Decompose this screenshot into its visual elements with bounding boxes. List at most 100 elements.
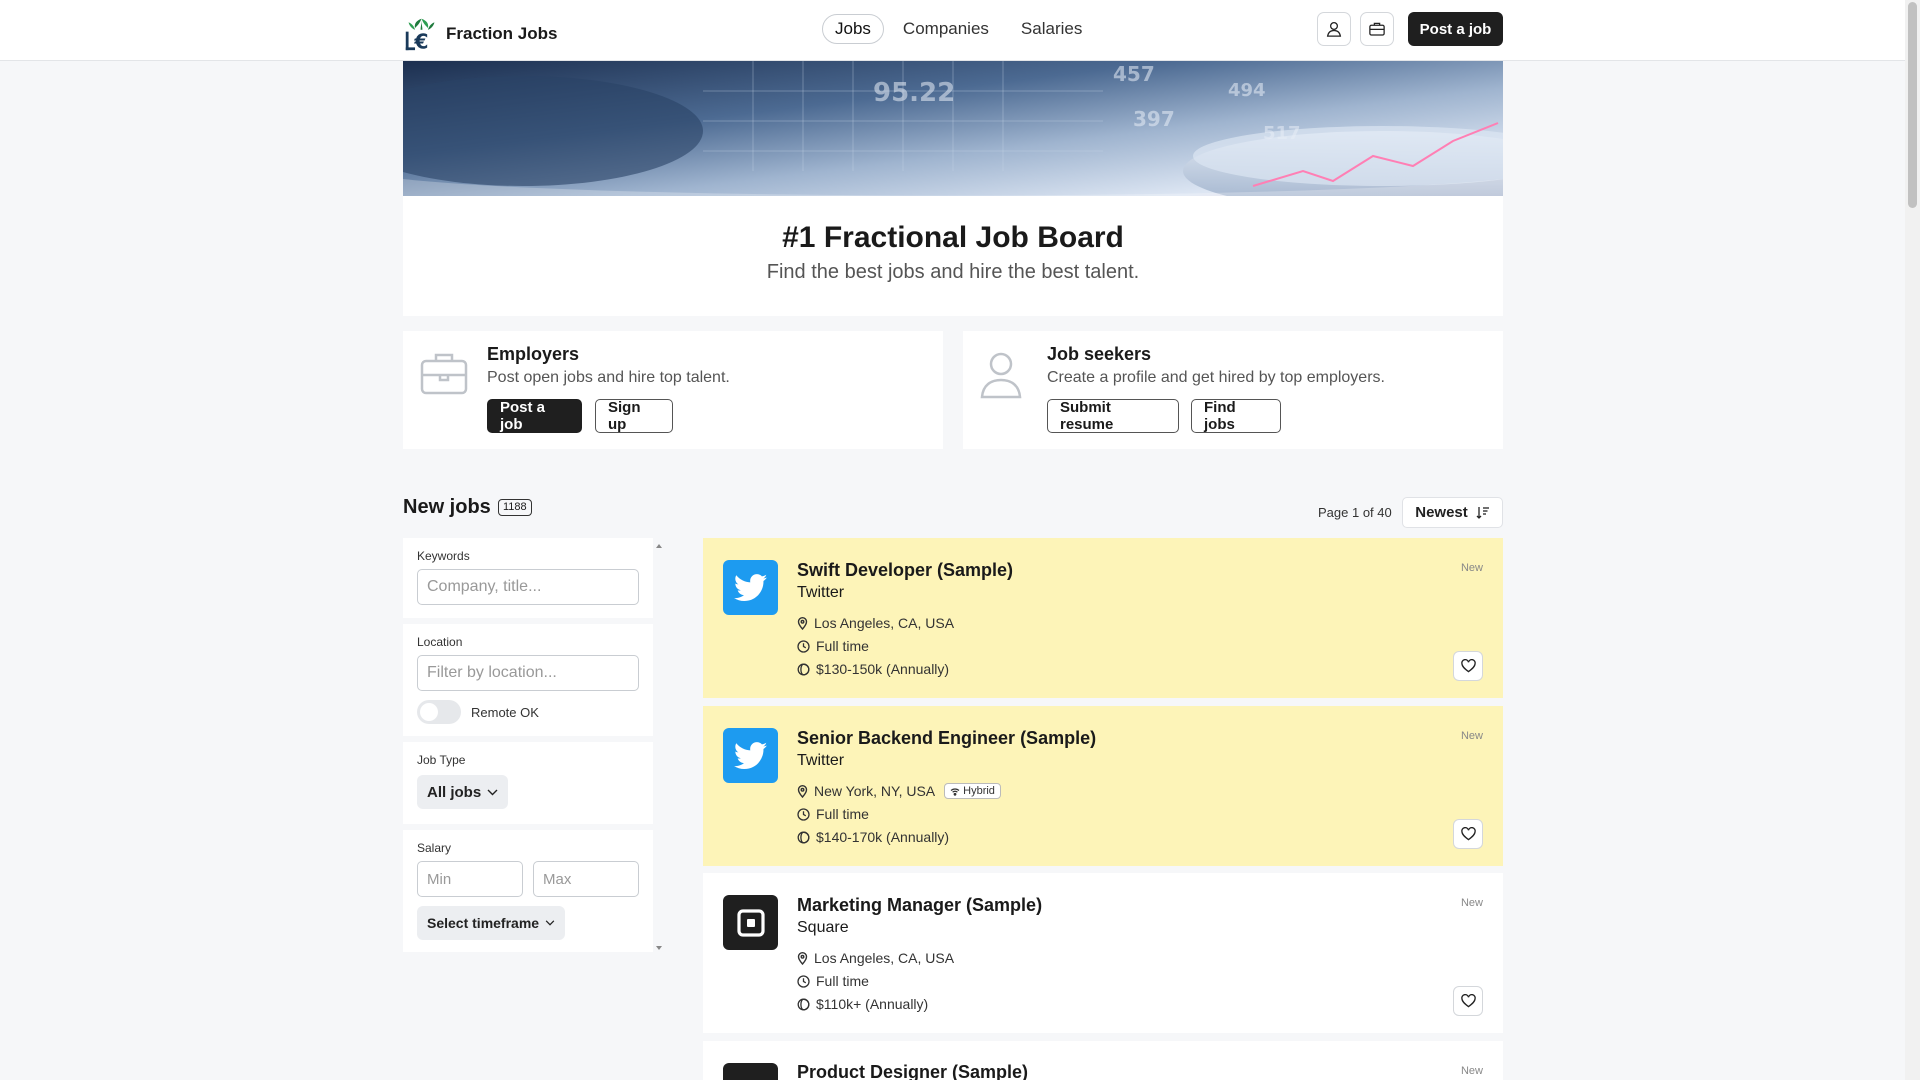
user-icon: [1326, 21, 1342, 37]
employers-text: Post open jobs and hire top talent.: [487, 369, 730, 386]
job-company: Square: [797, 919, 849, 936]
new-badge: New: [1460, 897, 1483, 909]
clock-icon: [797, 639, 810, 653]
seekers-text: Create a profile and get hired by top em…: [1047, 369, 1385, 386]
briefcase-icon: [1369, 22, 1385, 36]
heart-icon: [1460, 659, 1476, 673]
job-title[interactable]: Swift Developer (Sample): [797, 560, 1013, 581]
hero-banner-image: 95.22 457 397 494 517: [403, 61, 1503, 196]
hero-subtitle: Find the best jobs and hire the best tal…: [766, 261, 1140, 283]
employers-card: Employers Post open jobs and hire top ta…: [403, 331, 943, 449]
job-type-row: Full time: [797, 638, 869, 654]
sort-icon: [1476, 506, 1489, 519]
clock-icon: [797, 807, 810, 821]
job-salary: $110k+ (Annually): [816, 996, 929, 1012]
square-logo-icon: [723, 895, 778, 950]
account-button[interactable]: [1317, 12, 1351, 46]
twitter-logo-icon: [723, 728, 778, 783]
new-jobs-title: New jobs: [403, 496, 491, 518]
job-title[interactable]: Product Designer (Sample): [797, 1062, 1028, 1080]
coin-icon: [797, 831, 810, 843]
salary-label: Salary: [417, 841, 452, 855]
jobs-count-badge: 1188: [498, 499, 532, 516]
map-pin-icon: [797, 784, 808, 798]
page-scrollbar[interactable]: [1905, 0, 1920, 1080]
remote-ok-label: Remote OK: [471, 705, 539, 720]
map-pin-icon: [797, 951, 808, 965]
wifi-icon: [950, 787, 960, 796]
new-badge: New: [1460, 562, 1483, 574]
timeframe-selected: Select timeframe: [427, 915, 540, 931]
svg-text:517: 517: [1263, 123, 1301, 144]
svg-text:494: 494: [1228, 80, 1266, 101]
filters-scrollbar[interactable]: [654, 542, 664, 952]
job-salary: $140-170k (Annually): [816, 829, 950, 845]
svg-text:€: €: [413, 29, 428, 52]
favorite-button[interactable]: [1453, 651, 1483, 681]
employers-title: Employers: [487, 344, 580, 364]
my-jobs-button[interactable]: [1360, 12, 1394, 46]
job-card[interactable]: Product Designer (Sample) New: [703, 1041, 1503, 1080]
briefcase-icon: [420, 353, 468, 395]
salary-max-input[interactable]: Max: [533, 861, 639, 897]
job-type-label: Job Type: [417, 753, 466, 767]
location-input[interactable]: Filter by location...: [417, 655, 639, 691]
sort-label: Newest: [1415, 504, 1468, 521]
heart-icon: [1460, 827, 1476, 841]
hero-section: 95.22 457 397 494 517 #1 Fractional Job …: [403, 61, 1503, 316]
clock-icon: [797, 974, 810, 988]
favorite-button[interactable]: [1453, 819, 1483, 849]
job-location: Los Angeles, CA, USA: [814, 950, 955, 966]
square-logo-icon: [723, 1063, 778, 1080]
job-type-row: Full time: [797, 806, 869, 822]
svg-text:397: 397: [1133, 107, 1175, 131]
main-nav: Jobs Companies Salaries: [822, 14, 1095, 44]
seekers-title: Job seekers: [1047, 344, 1152, 364]
hybrid-badge: Hybrid: [944, 783, 1001, 799]
job-seekers-card: Job seekers Create a profile and get hir…: [963, 331, 1503, 449]
timeframe-dropdown[interactable]: Select timeframe: [417, 906, 566, 940]
location-label: Location: [417, 635, 463, 649]
chevron-down-icon: [487, 789, 498, 795]
job-type: Full time: [816, 638, 869, 654]
page-scrollbar-thumb[interactable]: [1908, 2, 1917, 208]
job-title[interactable]: Marketing Manager (Sample): [797, 895, 1042, 916]
job-location-row: Los Angeles, CA, USA: [797, 615, 954, 631]
job-title[interactable]: Senior Backend Engineer (Sample): [797, 728, 1096, 749]
new-badge: New: [1460, 1065, 1483, 1077]
job-salary-row: $110k+ (Annually): [797, 996, 928, 1012]
job-company: Twitter: [797, 584, 845, 601]
job-card[interactable]: Marketing Manager (Sample) Square Los An…: [703, 873, 1503, 1033]
nav-salaries[interactable]: Salaries: [1008, 14, 1095, 44]
header-post-job-button[interactable]: Post a job: [1408, 12, 1503, 46]
sort-button[interactable]: Newest: [1402, 497, 1503, 528]
employers-sign-up-button[interactable]: Sign up: [595, 399, 673, 433]
nav-companies[interactable]: Companies: [890, 14, 1002, 44]
page-info: Page 1 of 40: [1318, 505, 1392, 520]
job-salary-row: $140-170k (Annually): [797, 829, 949, 845]
coin-icon: [797, 998, 810, 1010]
remote-ok-toggle[interactable]: [417, 700, 461, 724]
chevron-down-icon: [545, 920, 555, 926]
job-location: Los Angeles, CA, USA: [814, 615, 955, 631]
submit-resume-button[interactable]: Submit resume: [1047, 399, 1179, 433]
nav-jobs[interactable]: Jobs: [822, 14, 884, 44]
salary-min-input[interactable]: Min: [417, 861, 523, 897]
find-jobs-button[interactable]: Find jobs: [1191, 399, 1281, 433]
top-header: € Fraction Jobs Jobs Companies Salaries …: [0, 0, 1905, 61]
keywords-input[interactable]: Company, title...: [417, 569, 639, 605]
filters-panel: Keywords Company, title... Location Filt…: [403, 538, 653, 954]
hybrid-label: Hybrid: [963, 785, 995, 797]
employers-post-job-button[interactable]: Post a job: [487, 399, 582, 433]
favorite-button[interactable]: [1453, 986, 1483, 1016]
job-type-dropdown[interactable]: All jobs: [417, 775, 509, 809]
brand-name: Fraction Jobs: [446, 23, 558, 43]
job-card[interactable]: Senior Backend Engineer (Sample) Twitter…: [703, 706, 1503, 866]
job-card[interactable]: Swift Developer (Sample) Twitter Los Ang…: [703, 538, 1503, 698]
twitter-logo-icon: [723, 560, 778, 615]
brand[interactable]: € Fraction Jobs: [403, 15, 557, 52]
coin-icon: [797, 663, 810, 675]
job-type: Full time: [816, 973, 869, 989]
user-icon: [980, 352, 1022, 399]
location-filter: Location Filter by location... Remote OK: [403, 624, 653, 736]
